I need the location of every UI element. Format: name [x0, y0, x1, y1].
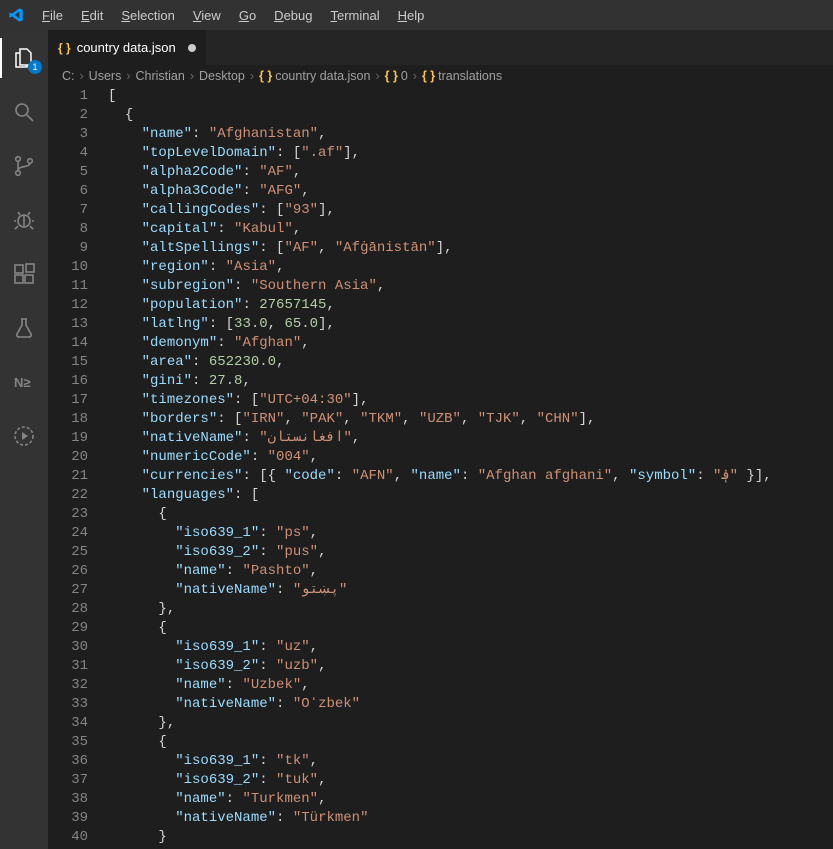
nx-icon: N≥ [12, 370, 36, 394]
menu-go[interactable]: Go [231, 4, 264, 27]
breadcrumb-segment[interactable]: Users [89, 69, 122, 83]
menu-terminal[interactable]: Terminal [322, 4, 387, 27]
branch-icon [12, 154, 36, 178]
activity-nx[interactable]: N≥ [0, 362, 48, 402]
activity-run[interactable] [0, 416, 48, 456]
menu-edit[interactable]: Edit [73, 4, 111, 27]
breadcrumb-segment[interactable]: Desktop [199, 69, 245, 83]
activity-test[interactable] [0, 308, 48, 348]
tab-country-data[interactable]: { } country data.json [48, 30, 207, 65]
run-circle-icon [12, 424, 36, 448]
activity-debug[interactable] [0, 200, 48, 240]
vscode-logo-icon [8, 7, 24, 23]
editor-area: { } country data.json C:› Users› Christi… [48, 30, 833, 849]
activity-extensions[interactable] [0, 254, 48, 294]
breadcrumb-segment[interactable]: translations [438, 69, 502, 83]
menu-view[interactable]: View [185, 4, 229, 27]
menu-debug[interactable]: Debug [266, 4, 320, 27]
activity-explorer[interactable]: 1 [0, 38, 48, 78]
activity-search[interactable] [0, 92, 48, 132]
beaker-icon [12, 316, 36, 340]
extensions-icon [12, 262, 36, 286]
json-file-icon: { } [58, 41, 71, 55]
dirty-indicator-icon [188, 44, 196, 52]
menu-file[interactable]: File [34, 4, 71, 27]
menu-help[interactable]: Help [390, 4, 433, 27]
tab-label: country data.json [77, 40, 176, 55]
code-editor[interactable]: 1234567891011121314151617181920212223242… [48, 87, 833, 849]
code-content[interactable]: [ { "name": "Afghanistan", "topLevelDoma… [108, 87, 833, 849]
main: 1 N≥ { } country data.json [0, 30, 833, 849]
breadcrumbs[interactable]: C:› Users› Christian› Desktop› { } count… [48, 65, 833, 87]
breadcrumb-segment[interactable]: C: [62, 69, 75, 83]
json-brace-icon: { } [385, 69, 398, 83]
titlebar: File Edit Selection View Go Debug Termin… [0, 0, 833, 30]
line-gutter: 1234567891011121314151617181920212223242… [48, 87, 108, 849]
search-icon [12, 100, 36, 124]
activity-source-control[interactable] [0, 146, 48, 186]
svg-text:N≥: N≥ [14, 375, 31, 390]
bug-icon [12, 208, 36, 232]
activitybar: 1 N≥ [0, 30, 48, 849]
json-brace-icon: { } [422, 69, 435, 83]
menubar: File Edit Selection View Go Debug Termin… [34, 4, 432, 27]
breadcrumb-segment[interactable]: Christian [136, 69, 185, 83]
json-brace-icon: { } [259, 69, 272, 83]
tabbar: { } country data.json [48, 30, 833, 65]
menu-selection[interactable]: Selection [113, 4, 182, 27]
breadcrumb-segment[interactable]: 0 [401, 69, 408, 83]
explorer-badge: 1 [28, 60, 42, 74]
breadcrumb-segment[interactable]: country data.json [275, 69, 370, 83]
